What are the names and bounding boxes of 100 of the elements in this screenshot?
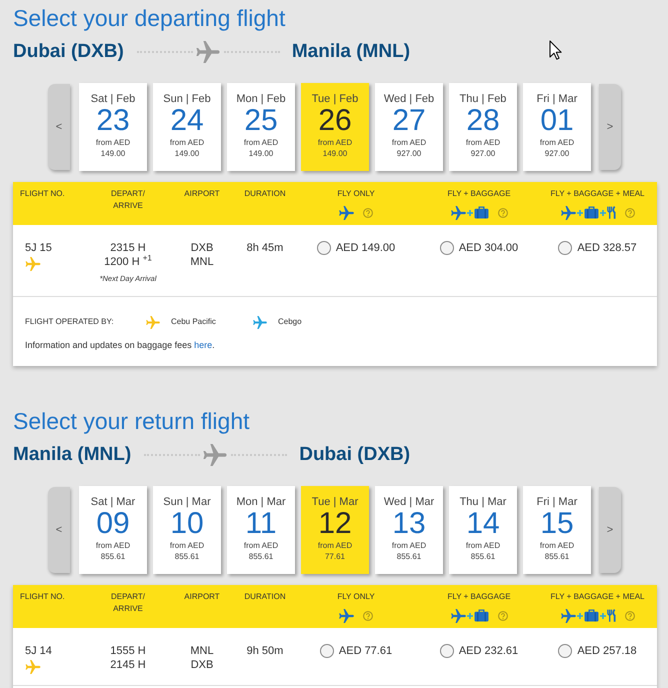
suitcase-icon — [584, 609, 598, 622]
column-header: DEPART/ ARRIVE — [111, 591, 145, 615]
weekday-month-label: Thu | Feb — [460, 92, 506, 106]
radio-button[interactable] — [316, 241, 331, 255]
column-header: FLIGHT NO. — [20, 591, 65, 603]
help-icon[interactable] — [363, 208, 373, 218]
previous-button[interactable]: < — [48, 84, 70, 170]
flight-number: 5J 15 — [25, 241, 52, 255]
date-card[interactable]: Tue | Mar 12 from AED 77.61 — [301, 486, 369, 574]
plus-icon — [576, 210, 582, 216]
date-card[interactable]: Thu | Feb 28 from AED 927.00 — [449, 83, 517, 171]
help-icon[interactable] — [498, 208, 508, 218]
day-price: 855.61 — [470, 551, 496, 562]
radio-button[interactable] — [558, 241, 572, 255]
fare-price: AED 304.00 — [458, 241, 518, 255]
plus-icon — [466, 612, 472, 618]
fare-price: AED 257.18 — [577, 644, 637, 658]
weekday-month-label: Mon | Feb — [236, 92, 286, 106]
from-label: from AED — [392, 138, 426, 148]
plane-icon — [560, 608, 576, 622]
date-card[interactable]: Mon | Mar 11 from AED 855.61 — [227, 486, 295, 574]
next-button[interactable]: > — [599, 84, 621, 170]
date-card[interactable]: Wed | Mar 13 from AED 855.61 — [375, 486, 443, 574]
from-label: from AED — [170, 541, 204, 551]
baggage-fees-link[interactable]: here — [194, 340, 212, 350]
radio-button[interactable] — [320, 644, 334, 658]
weekday-month-label: Mon | Mar — [236, 495, 286, 509]
date-card[interactable]: Thu | Mar 14 from AED 855.61 — [449, 486, 517, 574]
next-button[interactable]: > — [599, 487, 621, 573]
date-card[interactable]: Mon | Feb 25 from AED 149.00 — [227, 83, 295, 171]
fare-price: AED 232.61 — [458, 644, 518, 658]
weekday-month-label: Thu | Mar — [460, 495, 506, 509]
origin-city: Dubai (DXB) — [13, 40, 124, 64]
help-icon[interactable] — [363, 610, 373, 620]
column-header: DEPART/ ARRIVE — [111, 188, 145, 212]
help-icon[interactable] — [624, 208, 634, 218]
weekday-month-label: Fri | Mar — [536, 495, 578, 509]
day-price: 927.00 — [544, 148, 570, 159]
departure-time: 1555 H — [110, 644, 146, 658]
day-price: 855.61 — [100, 551, 126, 562]
plane-icon — [339, 206, 354, 220]
day-price: 77.61 — [324, 551, 346, 562]
day-number: 09 — [96, 509, 130, 539]
date-card[interactable]: Fri | Mar 01 from AED 927.00 — [523, 83, 591, 171]
radio-button[interactable] — [558, 644, 572, 658]
radio-button[interactable] — [440, 241, 454, 255]
operated-by-label: FLIGHT OPERATED BY: — [25, 316, 114, 328]
section-title: Select your return flight — [13, 407, 250, 435]
column-header: FLIGHT NO. — [20, 188, 65, 200]
plus-icon — [600, 210, 606, 216]
weekday-month-label: Wed | Mar — [384, 495, 434, 509]
day-number: 10 — [170, 509, 204, 539]
weekday-month-label: Tue | Feb — [312, 92, 358, 106]
day-price: 149.00 — [248, 148, 274, 159]
radio-button[interactable] — [440, 644, 454, 658]
date-card[interactable]: Wed | Feb 27 from AED 927.00 — [375, 83, 443, 171]
column-header: AIRPORT — [184, 591, 220, 603]
fare-price: AED 77.61 — [338, 644, 392, 658]
flight-number: 5J 14 — [25, 644, 52, 658]
airport-code: DXB — [190, 658, 214, 672]
date-card[interactable]: Fri | Mar 15 from AED 855.61 — [523, 486, 591, 574]
from-label: from AED — [540, 138, 574, 148]
date-card[interactable]: Sat | Feb 23 from AED 149.00 — [79, 83, 147, 171]
help-icon[interactable] — [624, 610, 634, 620]
from-label: from AED — [318, 138, 352, 148]
column-header: FLY + BAGGAGE + MEAL — [550, 591, 644, 603]
date-card[interactable]: Tue | Feb 26 from AED 149.00 — [301, 83, 369, 171]
from-label: from AED — [244, 541, 278, 551]
day-number: 24 — [170, 106, 204, 136]
plus-icon — [466, 210, 472, 216]
day-number: 14 — [466, 509, 500, 539]
from-label: from AED — [244, 138, 278, 148]
from-label: from AED — [392, 541, 426, 551]
previous-button[interactable]: < — [48, 487, 70, 573]
plane-icon — [196, 41, 220, 63]
arrival-time: 2145 H — [110, 658, 146, 672]
from-label: from AED — [466, 541, 500, 551]
day-number: 27 — [392, 106, 426, 136]
help-icon[interactable] — [498, 610, 508, 620]
mouse-pointer-icon — [549, 40, 562, 60]
plane-icon — [203, 444, 228, 466]
airport-code: MNL — [190, 644, 214, 658]
date-card[interactable]: Sun | Mar 10 from AED 855.61 — [153, 486, 221, 574]
day-price: 855.61 — [544, 551, 570, 562]
fare-price: AED 328.57 — [577, 241, 637, 255]
date-card[interactable]: Sat | Mar 09 from AED 855.61 — [79, 486, 147, 574]
day-price: 855.61 — [248, 551, 274, 562]
from-label: from AED — [540, 541, 574, 551]
column-header: FLY + BAGGAGE — [447, 591, 511, 603]
plane-icon — [450, 206, 466, 220]
day-number: 01 — [540, 106, 574, 136]
column-header: FLY + BAGGAGE — [447, 188, 511, 200]
day-number: 13 — [392, 509, 426, 539]
day-price: 149.00 — [174, 148, 200, 159]
plus-icon — [600, 612, 606, 618]
departure-time: 2315 H — [110, 241, 146, 255]
day-price: 855.61 — [174, 551, 200, 562]
weekday-month-label: Sat | Mar — [90, 495, 136, 509]
from-label: from AED — [466, 138, 500, 148]
date-card[interactable]: Sun | Feb 24 from AED 149.00 — [153, 83, 221, 171]
